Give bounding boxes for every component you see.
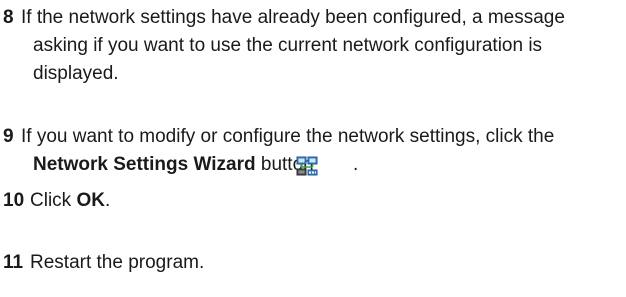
step-text: Click [30,190,72,211]
step-number: 9 [3,126,14,147]
step-8: 8 If the network settings have already be… [3,4,616,88]
step-number: 11 [3,252,24,273]
step-9: 9 If you want to modify or configure the … [3,123,616,179]
ok-label: OK [76,190,105,211]
step-text: If the network settings have already bee… [21,7,565,84]
step-11: 11 Restart the program. [3,249,616,277]
step-end-punctuation: . [104,190,111,211]
network-settings-wizard-icon [296,156,348,176]
step-end-punctuation: . [352,154,359,175]
step-text: If you want to modify or configure the n… [21,126,555,147]
step-text: Restart the program. [30,252,205,273]
step-number: 8 [3,7,14,28]
network-settings-wizard-label: Network Settings Wizard [33,154,256,175]
step-10: 10 Click OK. [3,187,616,215]
step-number: 10 [3,190,25,211]
